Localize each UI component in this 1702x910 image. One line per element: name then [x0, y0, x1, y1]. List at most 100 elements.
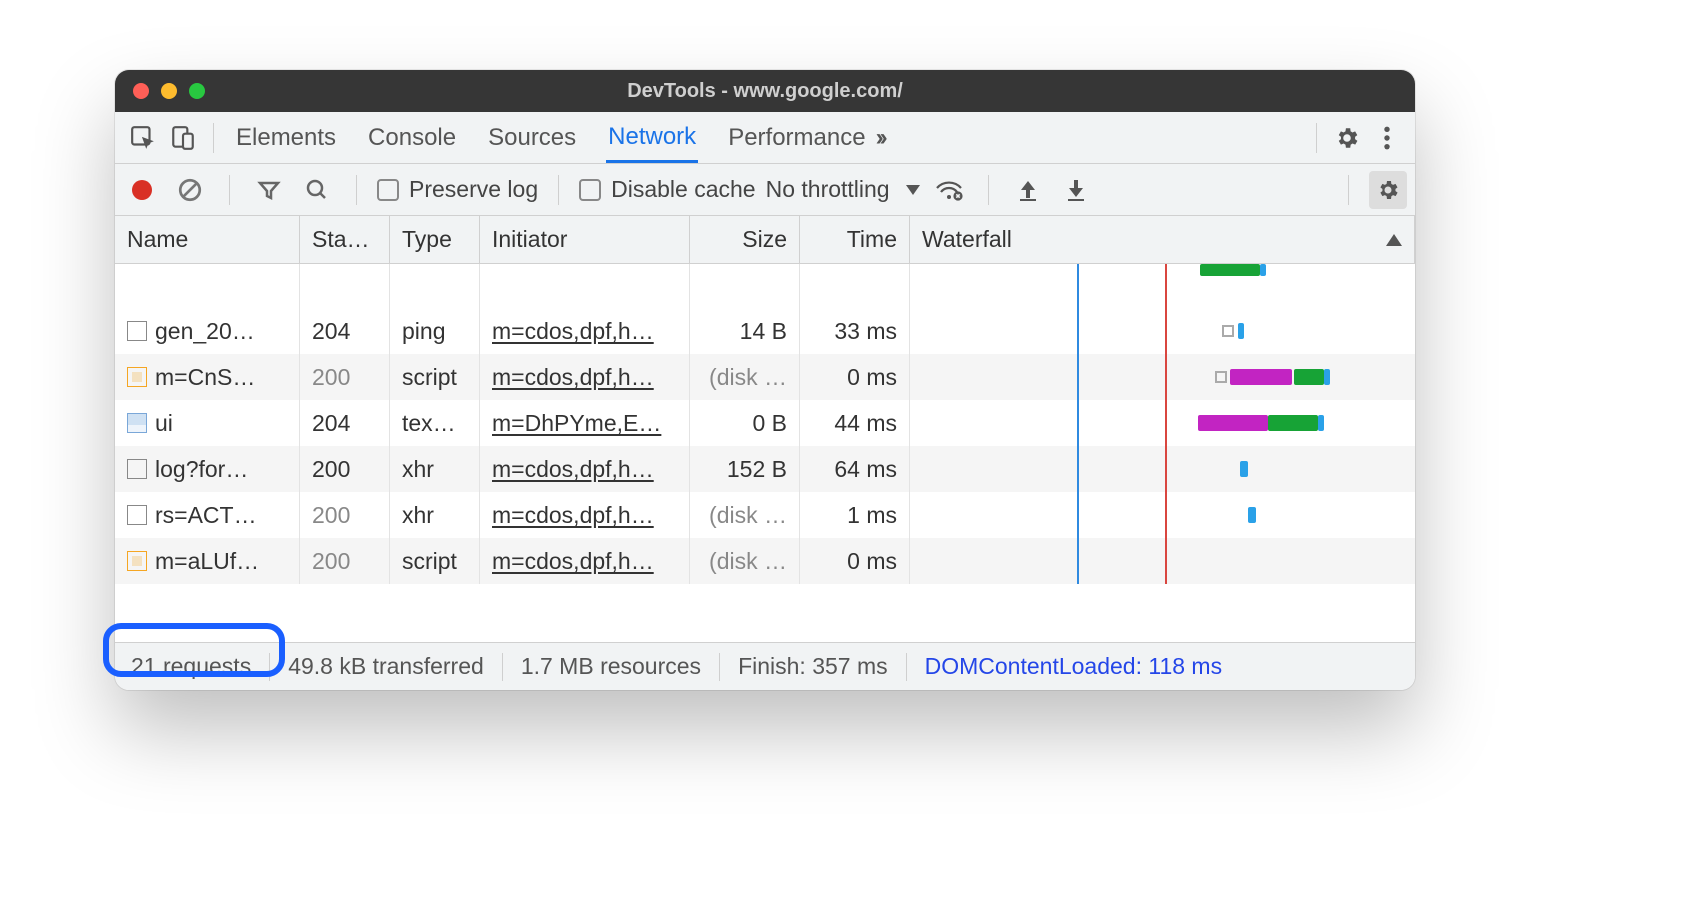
close-window-button[interactable]	[133, 83, 149, 99]
table-row[interactable]: gen_20…204pingm=cdos,dpf,h…14 B33 ms	[115, 308, 1415, 354]
cell-initiator[interactable]: m=cdos,dpf,h…	[480, 446, 690, 492]
request-name: ui	[155, 410, 173, 437]
load-marker	[1165, 400, 1167, 446]
request-time: 64 ms	[834, 456, 897, 483]
cell-initiator[interactable]: m=cdos,dpf,h…	[480, 492, 690, 538]
tab-network[interactable]: Network	[606, 113, 698, 163]
minimize-window-button[interactable]	[161, 83, 177, 99]
cell-name[interactable]: m=aLUf…	[115, 538, 300, 584]
col-header-size[interactable]: Size	[690, 216, 800, 263]
cell-name[interactable]: ui	[115, 400, 300, 446]
table-row[interactable]: m=aLUf…200scriptm=cdos,dpf,h…(disk …0 ms	[115, 538, 1415, 584]
request-time: 33 ms	[834, 318, 897, 345]
col-header-waterfall[interactable]: Waterfall	[910, 216, 1415, 263]
inspect-element-icon[interactable]	[123, 118, 163, 158]
filter-icon[interactable]	[250, 171, 288, 209]
tab-elements[interactable]: Elements	[234, 114, 338, 161]
request-type: ping	[402, 318, 445, 345]
cell-name[interactable]: log?for…	[115, 446, 300, 492]
upload-har-icon[interactable]	[1009, 171, 1047, 209]
initiator-link[interactable]: m=cdos,dpf,h…	[492, 364, 654, 391]
request-size: 0 B	[752, 410, 787, 437]
checkbox-icon[interactable]	[377, 179, 399, 201]
initiator-link[interactable]: m=cdos,dpf,h…	[492, 548, 654, 575]
load-marker	[1165, 354, 1167, 400]
col-header-name[interactable]: Name	[115, 216, 300, 263]
devtools-window: DevTools - www.google.com/ Elements Cons…	[115, 70, 1415, 690]
network-settings-icon[interactable]	[1369, 171, 1407, 209]
window-title: DevTools - www.google.com/	[115, 80, 1415, 103]
table-row[interactable]: ui204tex…m=DhPYme,E…0 B44 ms	[115, 400, 1415, 446]
settings-gear-icon[interactable]	[1327, 118, 1367, 158]
cell-time: 0 ms	[800, 354, 910, 400]
table-row[interactable]: log?for…200xhrm=cdos,dpf,h…152 B64 ms	[115, 446, 1415, 492]
status-domcontentloaded: DOMContentLoaded: 118 ms	[925, 653, 1222, 680]
initiator-link[interactable]: m=cdos,dpf,h…	[492, 456, 654, 483]
load-marker	[1165, 538, 1167, 584]
waterfall-bar	[1230, 369, 1292, 385]
separator	[213, 123, 214, 153]
cell-initiator[interactable]: m=cdos,dpf,h…	[480, 308, 690, 354]
network-table-body: gen_20…204pingm=cdos,dpf,h…14 B33 msm=Cn…	[115, 264, 1415, 642]
cell-size: (disk …	[690, 538, 800, 584]
preserve-log-toggle[interactable]: Preserve log	[377, 176, 538, 203]
clear-icon[interactable]	[171, 171, 209, 209]
cell-status: 200	[300, 354, 390, 400]
cell-status: 204	[300, 400, 390, 446]
cell-initiator[interactable]: m=DhPYme,E…	[480, 400, 690, 446]
more-tabs-icon[interactable]: ››	[868, 124, 892, 152]
waterfall-bar	[1268, 415, 1318, 431]
cell-type: script	[390, 538, 480, 584]
cell-name[interactable]: rs=ACT…	[115, 492, 300, 538]
request-type: xhr	[402, 502, 434, 529]
cell-time: 0 ms	[800, 538, 910, 584]
load-marker	[1165, 308, 1167, 354]
cell-initiator[interactable]: m=cdos,dpf,h…	[480, 538, 690, 584]
script-file-icon	[127, 367, 147, 387]
cell-size: 152 B	[690, 446, 800, 492]
status-code: 204	[312, 410, 350, 437]
device-toolbar-icon[interactable]	[163, 118, 203, 158]
disable-cache-toggle[interactable]: Disable cache	[579, 176, 755, 203]
initiator-link[interactable]: m=cdos,dpf,h…	[492, 318, 654, 345]
record-button[interactable]	[123, 171, 161, 209]
cell-initiator[interactable]: m=cdos,dpf,h…	[480, 354, 690, 400]
tab-console[interactable]: Console	[366, 114, 458, 161]
initiator-link[interactable]: m=cdos,dpf,h…	[492, 502, 654, 529]
status-transferred: 49.8 kB transferred	[288, 653, 484, 680]
table-row[interactable]: m=CnS…200scriptm=cdos,dpf,h…(disk …0 ms	[115, 354, 1415, 400]
throttling-select[interactable]: No throttling	[766, 176, 920, 203]
cell-name[interactable]: m=CnS…	[115, 354, 300, 400]
waterfall-bar	[1324, 369, 1330, 385]
domcontentloaded-marker	[1077, 354, 1079, 400]
cell-type: script	[390, 354, 480, 400]
initiator-link[interactable]: m=DhPYme,E…	[492, 410, 661, 437]
maximize-window-button[interactable]	[189, 83, 205, 99]
kebab-menu-icon[interactable]	[1367, 118, 1407, 158]
waterfall-bar	[1198, 415, 1268, 431]
table-row[interactable]: rs=ACT…200xhrm=cdos,dpf,h…(disk …1 ms	[115, 492, 1415, 538]
request-time: 0 ms	[847, 364, 897, 391]
cell-name[interactable]: gen_20…	[115, 308, 300, 354]
cell-waterfall	[910, 538, 1415, 584]
download-har-icon[interactable]	[1057, 171, 1095, 209]
network-conditions-icon[interactable]	[930, 171, 968, 209]
col-header-initiator[interactable]: Initiator	[480, 216, 690, 263]
col-header-status[interactable]: Sta…	[300, 216, 390, 263]
tab-sources[interactable]: Sources	[486, 114, 578, 161]
tab-performance[interactable]: Performance	[726, 114, 867, 161]
cell-type: tex…	[390, 400, 480, 446]
col-header-type[interactable]: Type	[390, 216, 480, 263]
status-code: 200	[312, 456, 350, 483]
domcontentloaded-marker	[1077, 308, 1079, 354]
cell-size: (disk …	[690, 492, 800, 538]
waterfall-marker-icon	[1222, 325, 1234, 337]
status-code: 204	[312, 318, 350, 345]
checkbox-icon[interactable]	[579, 179, 601, 201]
image-file-icon	[127, 413, 147, 433]
separator	[229, 175, 230, 205]
search-icon[interactable]	[298, 171, 336, 209]
request-type: tex…	[402, 410, 456, 437]
col-header-time[interactable]: Time	[800, 216, 910, 263]
cell-waterfall	[910, 354, 1415, 400]
